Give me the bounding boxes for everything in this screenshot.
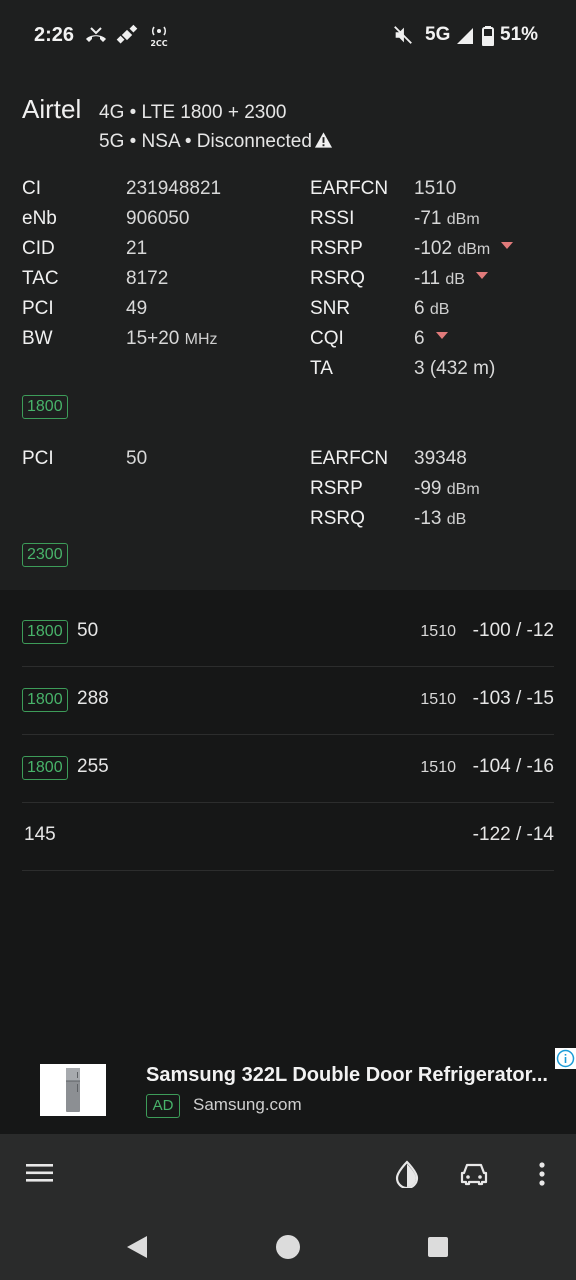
label-earfcn: EARFCN: [310, 178, 389, 199]
neighbor-signal: -122 / -14: [472, 824, 554, 845]
neighbor-earfcn: 1510: [420, 623, 456, 640]
warning-icon: [314, 131, 333, 154]
value-rsrp: -102 dBm: [414, 238, 491, 259]
value-pci-secondary: 50: [126, 448, 148, 469]
label-pci-secondary: PCI: [22, 448, 54, 469]
value-ci: 231948821: [126, 178, 222, 199]
status-time: 2:26: [34, 24, 75, 46]
value-pci: 49: [126, 298, 148, 319]
neighbor-earfcn: 1510: [420, 691, 456, 708]
neighbor-signal: -100 / -12: [472, 620, 554, 641]
carrier-tech: 4G • LTE 1800 + 2300: [99, 102, 287, 123]
neighbor-pci: 50: [77, 620, 99, 641]
system-nav-bar: [0, 1214, 576, 1280]
neighbor-earfcn: 1510: [420, 759, 456, 776]
neighbor-signal: -103 / -15: [472, 688, 554, 709]
list-item[interactable]: 145 -122 / -14: [22, 802, 554, 871]
rsrq-trend-down-icon: [476, 272, 488, 279]
theme-drop-icon[interactable]: [394, 1160, 420, 1193]
value-snr: 6 dB: [414, 298, 450, 319]
value-ta: 3 (432 m): [414, 358, 496, 379]
bottom-toolbar: [0, 1134, 576, 1214]
label-bw: BW: [22, 328, 53, 349]
neighbor-signal: -104 / -16: [472, 756, 554, 777]
battery-level: 51%: [500, 24, 539, 45]
label-snr: SNR: [310, 298, 351, 319]
label-tac: TAC: [22, 268, 59, 289]
label-pci: PCI: [22, 298, 54, 319]
band-badge: 1800: [22, 688, 68, 712]
neighbor-pci: 255: [77, 756, 109, 777]
value-rssi: -71 dBm: [414, 208, 480, 229]
svg-text:2CC: 2CC: [150, 39, 167, 48]
value-cqi: 6: [414, 328, 425, 349]
mute-icon: [392, 24, 414, 51]
value-rsrq-secondary: -13 dB: [414, 508, 467, 529]
serving-cell-panel: Airtel 4G • LTE 1800 + 2300 5G • NSA • D…: [0, 72, 576, 590]
label-ci: CI: [22, 178, 41, 199]
value-rsrp-secondary: -99 dBm: [414, 478, 480, 499]
neighbor-pci: 145: [24, 824, 56, 845]
more-options-icon[interactable]: [537, 1161, 547, 1192]
carrier-name: Airtel: [22, 94, 82, 124]
cqi-trend-down-icon: [436, 332, 448, 339]
menu-icon[interactable]: [26, 1162, 54, 1189]
nsa-status: 5G • NSA • Disconnected: [99, 131, 312, 152]
label-cid: CID: [22, 238, 55, 259]
label-rsrq-secondary: RSRQ: [310, 508, 365, 529]
battery-icon: [482, 26, 494, 51]
label-enb: eNb: [22, 208, 57, 229]
value-enb: 906050: [126, 208, 190, 229]
neighbor-pci: 288: [77, 688, 109, 709]
ad-badge: AD: [146, 1094, 180, 1118]
label-rsrp: RSRP: [310, 238, 363, 259]
ad-product-image[interactable]: [40, 1064, 106, 1116]
band-badge: 1800: [22, 756, 68, 780]
hotspot-2cc-icon: 2CC: [148, 24, 170, 53]
status-bar: 2:26 2CC 5G 51%: [0, 0, 576, 72]
value-earfcn: 1510: [414, 178, 457, 199]
value-tac: 8172: [126, 268, 169, 289]
recents-icon[interactable]: [427, 1236, 449, 1263]
list-item[interactable]: 1800 255 1510 -104 / -16: [22, 734, 554, 803]
label-cqi: CQI: [310, 328, 344, 349]
band-badge-1800: 1800: [22, 395, 68, 419]
value-rsrq: -11 dB: [414, 268, 465, 289]
label-rssi: RSSI: [310, 208, 355, 229]
label-rsrq: RSRQ: [310, 268, 365, 289]
label-ta: TA: [310, 358, 333, 379]
band-badge-2300: 2300: [22, 543, 68, 567]
missed-call-icon: [84, 24, 108, 53]
ad-title[interactable]: Samsung 322L Double Door Refrigerator...: [146, 1064, 558, 1087]
value-bw: 15+20 MHz: [126, 328, 218, 349]
ad-info-icon[interactable]: [555, 1048, 576, 1069]
rsrp-trend-down-icon: [501, 242, 513, 249]
back-icon[interactable]: [124, 1234, 150, 1265]
satellite-icon: [116, 24, 138, 51]
ad-banner[interactable]: Samsung 322L Double Door Refrigerator...…: [0, 1048, 576, 1134]
value-earfcn-secondary: 39348: [414, 448, 467, 469]
value-cid: 21: [126, 238, 148, 259]
label-rsrp-secondary: RSRP: [310, 478, 363, 499]
home-icon[interactable]: [274, 1233, 302, 1266]
band-badge: 1800: [22, 620, 68, 644]
ad-domain[interactable]: Samsung.com: [193, 1095, 302, 1115]
car-icon[interactable]: [460, 1162, 488, 1191]
label-earfcn-secondary: EARFCN: [310, 448, 389, 469]
signal-icon: [455, 26, 475, 51]
list-item[interactable]: 1800 288 1510 -103 / -15: [22, 666, 554, 735]
list-item[interactable]: 1800 50 1510 -100 / -12: [22, 598, 554, 667]
network-type: 5G: [425, 24, 451, 45]
